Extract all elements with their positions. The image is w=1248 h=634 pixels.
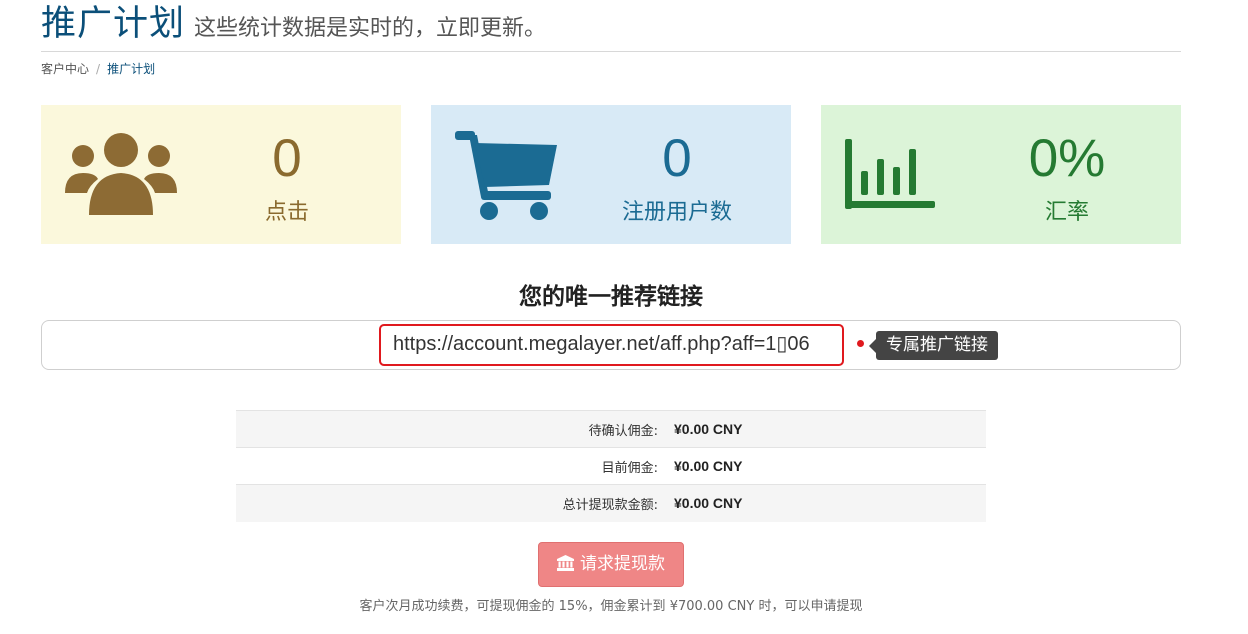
annotation-label: 专属推广链接 xyxy=(869,331,998,360)
withdraw-button-label: 请求提现款 xyxy=(580,554,665,574)
breadcrumb-separator: / xyxy=(96,62,101,76)
request-withdrawal-button[interactable]: 请求提现款 xyxy=(538,542,684,587)
referral-link-field[interactable]: https://account.megalayer.net/aff.php?af… xyxy=(379,324,844,366)
shopping-cart-icon xyxy=(455,131,557,220)
referral-heading: 您的唯一推荐链接 xyxy=(519,284,703,310)
bank-icon xyxy=(557,555,574,571)
total-withdrawn-value: ¥0.00 CNY xyxy=(674,484,986,522)
table-row: 待确认佣金: ¥0.00 CNY xyxy=(236,410,986,448)
current-commission-label: 目前佣金: xyxy=(236,447,674,485)
page-header: 推广计划 这些统计数据是实时的，立即更新。 xyxy=(41,0,1181,52)
signups-label: 注册用户数 xyxy=(621,200,732,225)
table-row: 总计提现款金额: ¥0.00 CNY xyxy=(236,484,986,522)
pending-commission-label: 待确认佣金: xyxy=(236,410,674,448)
page-title: 推广计划 xyxy=(41,4,186,44)
current-commission-value: ¥0.00 CNY xyxy=(674,447,986,485)
bar-chart-icon xyxy=(845,139,935,209)
clicks-value: 0 xyxy=(272,129,302,188)
commission-table: 待确认佣金: ¥0.00 CNY 目前佣金: ¥0.00 CNY 总计提现款金额… xyxy=(236,410,986,522)
conversion-value: 0% xyxy=(1028,129,1106,188)
stat-signups-box: 0 注册用户数 xyxy=(431,105,791,244)
page-subtitle: 这些统计数据是实时的，立即更新。 xyxy=(194,16,547,41)
clicks-label: 点击 xyxy=(264,200,309,225)
conversion-label: 汇率 xyxy=(1044,200,1089,225)
stat-clicks-box: 0 点击 xyxy=(41,105,401,244)
withdrawal-footnote: 客户次月成功续费，可提现佣金的 15%，佣金累计到 ¥700.00 CNY 时，… xyxy=(359,599,863,614)
users-icon xyxy=(65,133,177,215)
table-row: 目前佣金: ¥0.00 CNY xyxy=(236,447,986,485)
pending-commission-value: ¥0.00 CNY xyxy=(674,410,986,448)
annotation-dot xyxy=(857,340,864,347)
signups-value: 0 xyxy=(662,129,692,188)
breadcrumb-home-link[interactable]: 客户中心 xyxy=(41,62,89,76)
total-withdrawn-label: 总计提现款金额: xyxy=(236,484,674,522)
breadcrumb-current[interactable]: 推广计划 xyxy=(107,62,155,76)
stat-conversion-box: 0% 汇率 xyxy=(821,105,1181,244)
breadcrumb: 客户中心 / 推广计划 xyxy=(41,61,155,77)
